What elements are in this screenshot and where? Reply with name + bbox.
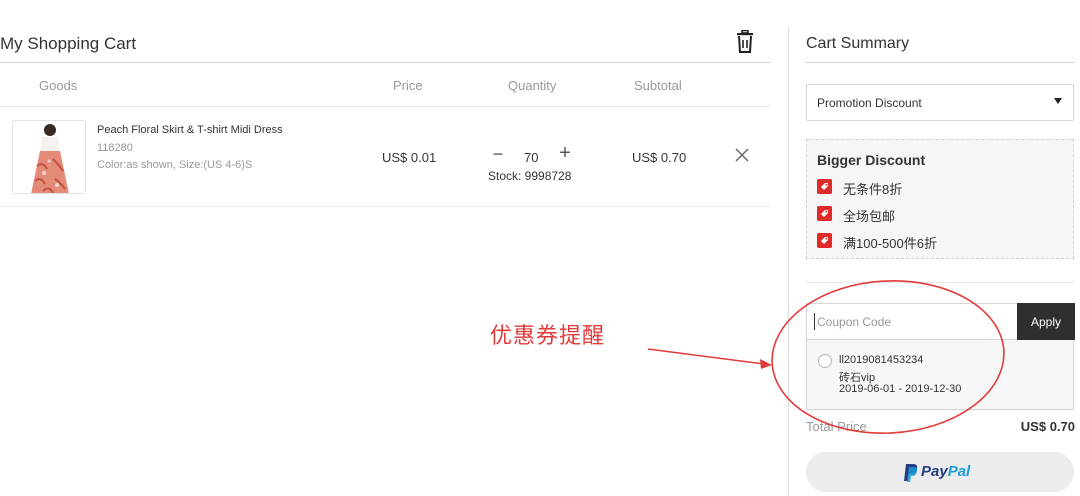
tag-icon [817,233,832,248]
row-divider [0,206,770,207]
quantity-decrease-button[interactable]: − [490,144,506,164]
quantity-value[interactable]: 70 [524,150,538,165]
annotation-arrow-head [760,359,772,369]
close-icon[interactable] [735,148,749,162]
promotion-select[interactable]: Promotion Discount [806,84,1074,121]
annotation-label: 优惠券提醒 [490,324,606,349]
apply-coupon-button[interactable]: Apply [1017,303,1075,340]
product-attributes: Color:as shown, Size:(US 4-6)S [97,159,253,171]
item-price: US$ 0.01 [382,150,437,165]
quantity-increase-button[interactable]: + [556,143,574,163]
coupon-validity[interactable]: 2019-06-01 - 2019-12-30 [839,383,961,395]
coupon-radio[interactable] [818,354,832,368]
coupon-code[interactable]: ll2019081453234 [839,354,923,366]
summary-divider [806,62,1074,63]
paypal-wordmark-pay: Pay [921,463,948,480]
annotation-arrow-line [647,348,765,365]
column-header-quantity: Quantity [508,78,557,93]
paypal-button[interactable]: PayPal [806,452,1074,492]
promotion-item-text: 全场包邮 [843,209,896,224]
title-divider [0,62,770,63]
column-header-goods: Goods [39,78,78,93]
column-header-price: Price [393,78,423,93]
paypal-wordmark: PayPal [921,463,970,480]
page-title: My Shopping Cart [0,34,137,53]
promotion-item-text: 无条件8折 [843,182,903,197]
promotion-select-value: Promotion Discount [817,96,922,110]
dress-image-icon [13,121,85,193]
product-image[interactable] [12,120,86,194]
header-divider [0,106,770,107]
paypal-logo: PayPal [903,463,983,483]
paypal-wordmark-pal: Pal [947,463,971,480]
total-price-value: US$ 0.70 [1020,419,1075,434]
tag-icon [817,179,832,194]
trash-icon[interactable] [734,30,756,54]
product-sku: 118280 [97,142,133,154]
item-subtotal: US$ 0.70 [632,150,687,165]
promotion-box: Bigger Discount 无条件8折 全场包邮 满100-500件6折 [806,139,1074,259]
promotion-divider [806,282,1074,283]
stock-text: Stock: 9998728 [488,169,572,183]
paypal-icon [904,464,918,482]
product-name[interactable]: Peach Floral Skirt & T-shirt Midi Dress [97,124,283,136]
total-price-label: Total Price [806,419,867,434]
coupon-code-input[interactable] [806,303,1017,340]
coupon-dropdown: ll2019081453234 砖石vip 2019-06-01 - 2019-… [806,340,1074,410]
tag-icon [817,206,832,221]
column-header-subtotal: Subtotal [634,78,682,93]
caret-down-icon [1054,98,1062,104]
promotion-heading: Bigger Discount [817,152,926,168]
promotion-item-text: 满100-500件6折 [843,236,937,251]
text-cursor [814,313,815,330]
panel-divider [788,26,789,496]
summary-title: Cart Summary [806,35,910,52]
